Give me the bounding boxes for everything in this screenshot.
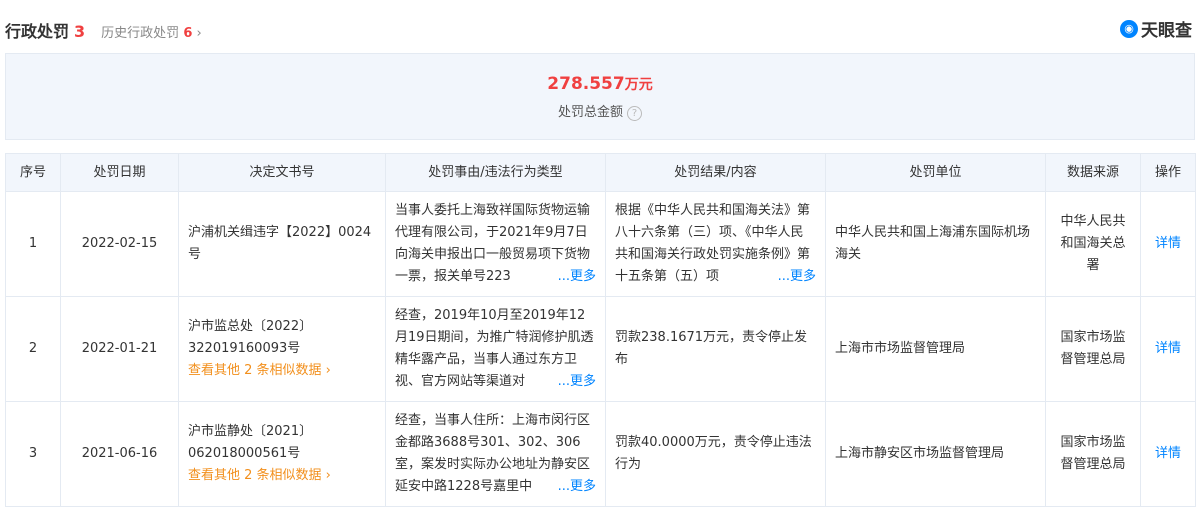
column-header: 处罚日期	[60, 153, 179, 192]
reason-cell: 经查，2019年10月至2019年12月19日期间，为推广特润修护肌透精华露产品…	[385, 296, 606, 402]
data-source: 国家市场监督管理总局	[1045, 401, 1141, 507]
reason-more-link[interactable]: ...更多	[553, 371, 596, 393]
column-header: 数据来源	[1045, 153, 1141, 192]
column-header: 决定文书号	[178, 153, 386, 192]
column-header: 处罚单位	[825, 153, 1046, 192]
data-source: 中华人民共和国海关总署	[1045, 191, 1141, 297]
reason-cell: 当事人委托上海致祥国际货物运输代理有限公司，于2021年9月7日向海关申报出口一…	[385, 191, 606, 297]
total-amount-panel: 278.557万元 处罚总金额?	[5, 53, 1195, 140]
column-header: 处罚结果/内容	[605, 153, 826, 192]
document-number-cell: 沪市监总处〔2022〕322019160093号查看其他 2 条相似数据 ›	[178, 296, 386, 402]
row-number: 1	[5, 191, 61, 297]
help-icon[interactable]: ?	[627, 106, 642, 121]
document-number-cell: 沪市监静处〔2021〕062018000561号查看其他 2 条相似数据 ›	[178, 401, 386, 507]
reason-more-link[interactable]: ...更多	[553, 266, 596, 288]
result-text: 罚款238.1671万元，责令停止发布	[615, 330, 808, 367]
column-header: 序号	[5, 153, 61, 192]
section-header: 行政处罚 3 历史行政处罚 6 ›	[5, 18, 202, 42]
penalty-date: 2022-02-15	[60, 191, 179, 297]
column-header: 操作	[1140, 153, 1196, 192]
table-row: 1 2022-02-15 沪浦机关缉违字【2022】0024号 当事人委托上海致…	[5, 191, 1196, 297]
penalty-table: 序号 处罚日期 决定文书号 处罚事由/违法行为类型 处罚结果/内容 处罚单位 数据来源 操作 …	[5, 153, 1196, 507]
amount-label: 处罚总金额	[557, 105, 623, 120]
eye-logo-icon: ◉	[1120, 19, 1138, 38]
document-number: 沪浦机关缉违字【2022】0024号	[188, 225, 372, 262]
result-text: 罚款40.0000万元，责令停止违法行为	[615, 435, 812, 472]
history-penalties-link[interactable]: 历史行政处罚 6 ›	[101, 22, 202, 41]
row-number: 3	[5, 401, 61, 507]
reason-cell: 经查，当事人住所：上海市闵行区金都路3688号301、302、306室，案发时实…	[385, 401, 606, 507]
penalty-unit: 中华人民共和国上海浦东国际机场海关	[825, 191, 1046, 297]
details-link[interactable]: 详情	[1155, 236, 1181, 251]
document-number: 沪市监静处〔2021〕062018000561号	[188, 424, 313, 461]
similar-data-link[interactable]: 查看其他 2 条相似数据 ›	[188, 468, 331, 483]
chevron-right-icon: ›	[196, 26, 202, 41]
penalty-date: 2022-01-21	[60, 296, 179, 402]
document-number: 沪市监总处〔2022〕322019160093号	[188, 319, 313, 356]
penalty-date: 2021-06-16	[60, 401, 179, 507]
penalty-unit: 上海市静安区市场监督管理局	[825, 401, 1046, 507]
table-row: 3 2021-06-16 沪市监静处〔2021〕062018000561号查看其…	[5, 401, 1196, 507]
result-cell: 罚款238.1671万元，责令停止发布	[605, 296, 826, 402]
history-label: 历史行政处罚	[101, 26, 180, 41]
column-header: 处罚事由/违法行为类型	[385, 153, 606, 192]
amount-value: 278.557	[547, 74, 625, 94]
section-title: 行政处罚	[5, 22, 70, 41]
history-count: 6	[183, 26, 193, 41]
tianyancha-logo: ◉ 天眼查	[1120, 16, 1192, 41]
total-amount: 278.557万元	[6, 74, 1194, 94]
similar-data-link[interactable]: 查看其他 2 条相似数据 ›	[188, 363, 331, 378]
logo-text: 天眼查	[1141, 21, 1192, 41]
document-number-cell: 沪浦机关缉违字【2022】0024号	[178, 191, 386, 297]
details-link[interactable]: 详情	[1155, 341, 1181, 356]
penalty-count: 3	[74, 22, 86, 41]
penalty-unit: 上海市市场监督管理局	[825, 296, 1046, 402]
result-cell: 根据《中华人民共和国海关法》第八十六条第（三）项、《中华人民共和国海关行政处罚实…	[605, 191, 826, 297]
data-source: 国家市场监督管理总局	[1045, 296, 1141, 402]
amount-unit: 万元	[624, 77, 653, 93]
details-link[interactable]: 详情	[1155, 446, 1181, 461]
table-row: 2 2022-01-21 沪市监总处〔2022〕322019160093号查看其…	[5, 296, 1196, 402]
row-number: 2	[5, 296, 61, 402]
result-cell: 罚款40.0000万元，责令停止违法行为	[605, 401, 826, 507]
result-more-link[interactable]: ...更多	[773, 266, 816, 288]
